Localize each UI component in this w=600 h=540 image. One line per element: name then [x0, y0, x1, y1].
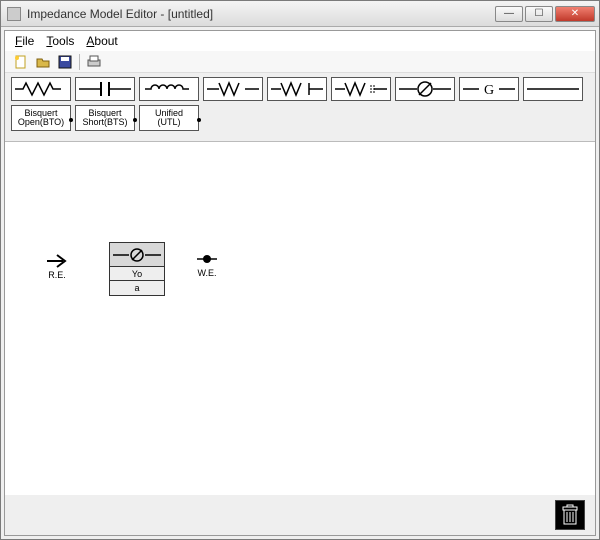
- menu-tools[interactable]: Tools: [46, 34, 74, 48]
- param-yo[interactable]: Yo: [110, 267, 164, 281]
- we-label: W.E.: [195, 268, 219, 278]
- reference-electrode[interactable]: R.E.: [45, 252, 69, 280]
- arrow-right-icon: [45, 252, 69, 270]
- warburg-button[interactable]: [203, 77, 263, 101]
- minimize-button[interactable]: —: [495, 6, 523, 22]
- connector-dot-icon: [197, 118, 201, 122]
- placed-cpe-symbol: [110, 243, 164, 267]
- bisquert-short-button[interactable]: Bisquert Short(BTS): [75, 105, 135, 131]
- warburg-open-button[interactable]: [267, 77, 327, 101]
- open-icon: [36, 55, 50, 69]
- window-title: Impedance Model Editor - [untitled]: [27, 7, 489, 21]
- titlebar: Impedance Model Editor - [untitled] — ☐ …: [1, 1, 599, 27]
- inductor-icon: [141, 79, 197, 99]
- cpe-icon: [397, 79, 453, 99]
- save-icon: [58, 55, 72, 69]
- client-area: File Tools About: [4, 30, 596, 536]
- bts-label-2: Short(BTS): [82, 118, 127, 127]
- app-window: Impedance Model Editor - [untitled] — ☐ …: [0, 0, 600, 540]
- param-a[interactable]: a: [110, 281, 164, 295]
- open-button[interactable]: [35, 54, 51, 70]
- unified-button[interactable]: Unified (UTL): [139, 105, 199, 131]
- wire-button[interactable]: [523, 77, 583, 101]
- trash-icon: [560, 504, 580, 526]
- gerischer-button[interactable]: G: [459, 77, 519, 101]
- menubar: File Tools About: [5, 31, 595, 51]
- save-button[interactable]: [57, 54, 73, 70]
- cpe-button[interactable]: [395, 77, 455, 101]
- capacitor-icon: [77, 79, 133, 99]
- warburg-open-icon: [269, 79, 325, 99]
- bottom-bar: [5, 495, 595, 535]
- model-canvas[interactable]: R.E. Yo a W.E.: [5, 142, 595, 495]
- gerischer-icon: G: [461, 79, 517, 99]
- maximize-button[interactable]: ☐: [525, 6, 553, 22]
- palette-row-2: Bisquert Open(BTO) Bisquert Short(BTS) U…: [11, 105, 589, 131]
- warburg-short-button[interactable]: [331, 77, 391, 101]
- app-icon: [7, 7, 21, 21]
- menu-file[interactable]: File: [15, 34, 34, 48]
- resistor-button[interactable]: [11, 77, 71, 101]
- wire-icon: [525, 79, 581, 99]
- toolbar-separator: [79, 54, 80, 70]
- print-button[interactable]: [86, 54, 102, 70]
- connector-dot-icon: [133, 118, 137, 122]
- utl-label-2: (UTL): [158, 118, 181, 127]
- placed-cpe-element[interactable]: Yo a: [109, 242, 165, 296]
- toolbar: [5, 51, 595, 73]
- component-palette: G Bisquert Open(BTO) Bisquert Short(BTS): [5, 73, 595, 142]
- terminal-dot-icon: [195, 250, 219, 268]
- new-icon: [14, 55, 28, 69]
- connector-dot-icon: [69, 118, 73, 122]
- new-button[interactable]: [13, 54, 29, 70]
- print-icon: [86, 55, 102, 69]
- working-electrode[interactable]: W.E.: [195, 250, 219, 278]
- trash-button[interactable]: [555, 500, 585, 530]
- cpe-icon: [111, 245, 163, 265]
- palette-row-1: G: [11, 77, 589, 101]
- inductor-button[interactable]: [139, 77, 199, 101]
- svg-text:G: G: [484, 83, 494, 98]
- bto-label-2: Open(BTO): [18, 118, 64, 127]
- close-button[interactable]: ✕: [555, 6, 595, 22]
- warburg-short-icon: [333, 79, 389, 99]
- bisquert-open-button[interactable]: Bisquert Open(BTO): [11, 105, 71, 131]
- warburg-icon: [205, 79, 261, 99]
- resistor-icon: [13, 79, 69, 99]
- window-controls: — ☐ ✕: [495, 6, 595, 22]
- menu-about[interactable]: About: [86, 34, 117, 48]
- re-label: R.E.: [45, 270, 69, 280]
- capacitor-button[interactable]: [75, 77, 135, 101]
